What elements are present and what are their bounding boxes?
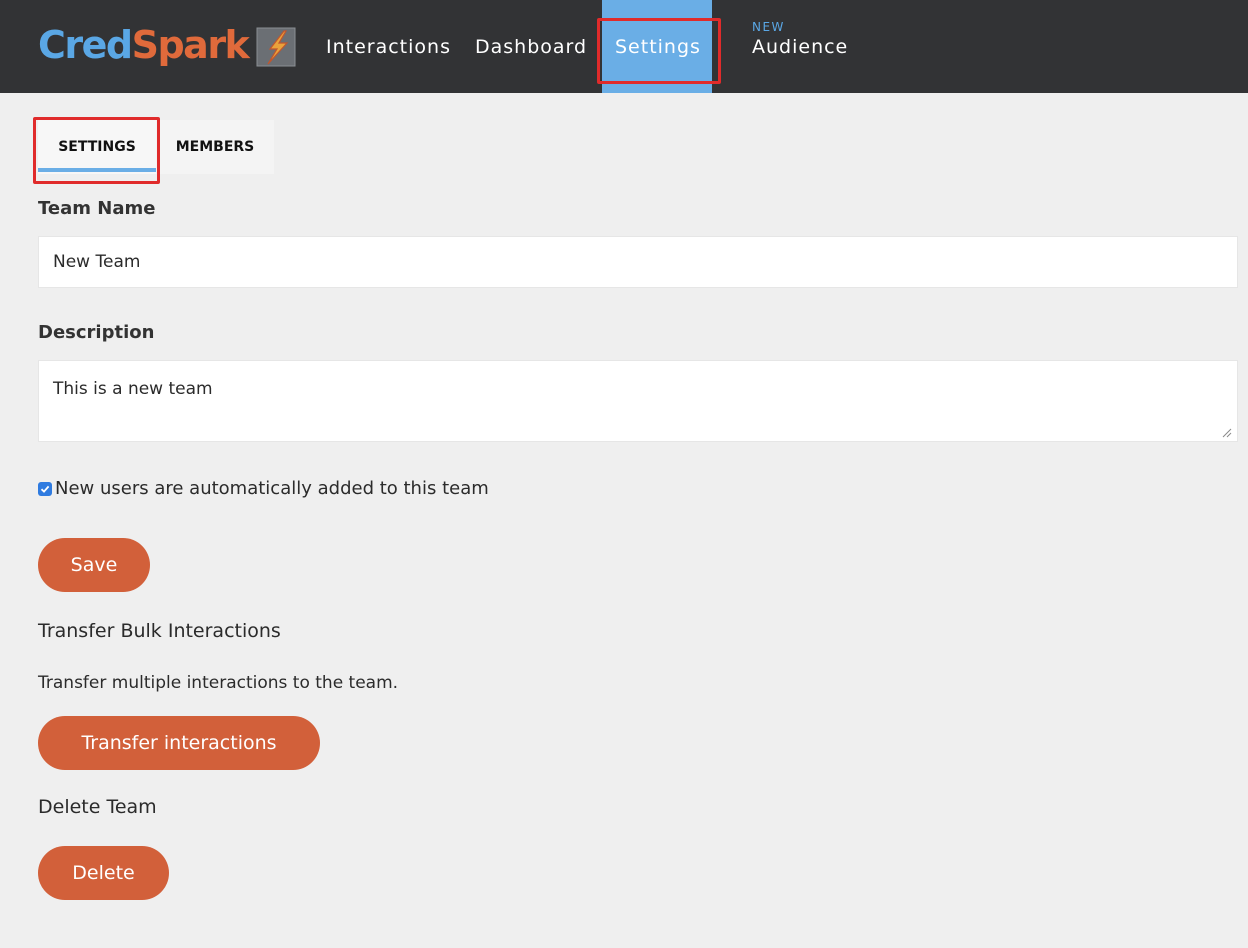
nav-settings-highlight — [597, 18, 721, 84]
auto-add-row: New users are automatically added to thi… — [38, 478, 489, 499]
nav-audience[interactable]: Audience — [752, 0, 848, 93]
checkmark-icon — [40, 485, 50, 493]
description-label: Description — [38, 322, 155, 343]
delete-heading: Delete Team — [38, 796, 157, 818]
logo-cred-text: Cred — [38, 23, 133, 67]
team-name-input[interactable]: New Team — [38, 236, 1238, 288]
transfer-description: Transfer multiple interactions to the te… — [38, 673, 399, 693]
team-name-label: Team Name — [38, 198, 156, 219]
resize-grip-icon[interactable] — [1222, 428, 1232, 438]
tab-settings-highlight — [33, 117, 160, 184]
logo-text: CredSpark — [38, 23, 250, 67]
nav-dashboard[interactable]: Dashboard — [475, 0, 587, 93]
auto-add-label: New users are automatically added to thi… — [55, 478, 489, 499]
nav-interactions[interactable]: Interactions — [326, 0, 451, 93]
tab-members[interactable]: MEMBERS — [156, 120, 274, 174]
transfer-heading: Transfer Bulk Interactions — [38, 620, 281, 642]
delete-button[interactable]: Delete — [38, 846, 169, 900]
credspark-logo[interactable]: CredSpark — [38, 20, 296, 70]
lightning-bolt-icon — [256, 27, 296, 67]
auto-add-checkbox[interactable] — [38, 481, 52, 496]
save-button[interactable]: Save — [38, 538, 150, 592]
logo-spark-text: Spark — [131, 23, 250, 67]
top-navbar: CredSpark Interactions Dashboard Setting… — [0, 0, 1248, 93]
description-textarea[interactable]: This is a new team — [38, 360, 1238, 442]
transfer-interactions-button[interactable]: Transfer interactions — [38, 716, 320, 770]
